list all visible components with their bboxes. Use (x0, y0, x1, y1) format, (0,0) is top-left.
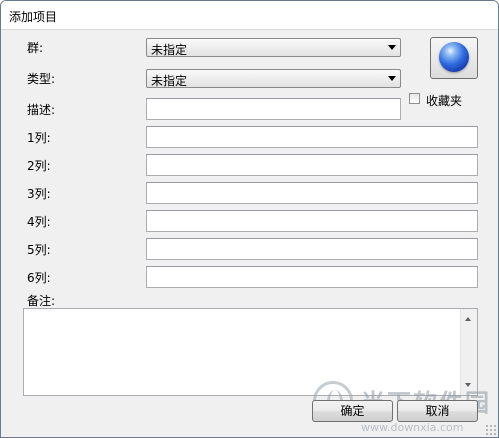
scroll-down-arrow-icon[interactable] (465, 383, 471, 387)
notes-label: 备注: (27, 294, 56, 308)
column-5-label: 5列: (27, 243, 51, 257)
chevron-down-icon (388, 76, 396, 81)
notes-textarea[interactable] (23, 308, 478, 396)
checkbox-unchecked-icon (409, 93, 420, 104)
icon-select-button[interactable] (430, 37, 478, 79)
title-bar[interactable]: 添加项目 (1, 1, 498, 30)
column-6-label: 6列: (27, 271, 51, 285)
column-1-label: 1列: (27, 131, 51, 145)
column-1-field[interactable] (146, 126, 478, 148)
chevron-down-icon (388, 45, 396, 50)
column-2-label: 2列: (27, 159, 51, 173)
resize-grip[interactable] (485, 424, 497, 436)
scroll-up-arrow-icon[interactable] (465, 317, 471, 321)
column-4-label: 4列: (27, 215, 51, 229)
notes-scrollbar[interactable] (460, 309, 477, 395)
dialog-title: 添加项目 (9, 10, 58, 24)
dialog-body: 群: 未指定 类型: 未指定 描述: 收藏夹 1列: 2列: 3列: 4列: 5… (1, 30, 498, 437)
column-4-field[interactable] (146, 210, 478, 232)
group-label: 群: (27, 41, 44, 55)
column-5-field[interactable] (146, 238, 478, 260)
column-6-field[interactable] (146, 266, 478, 288)
description-label: 描述: (27, 103, 56, 117)
group-selected-value: 未指定 (151, 43, 188, 57)
add-item-dialog: 添加项目 群: 未指定 类型: 未指定 描述: 收藏夹 1列: 2列: 3列: … (0, 0, 499, 438)
column-3-label: 3列: (27, 187, 51, 201)
description-field[interactable] (146, 98, 401, 120)
watermark-url: www.downxia.com (361, 421, 464, 434)
type-label: 类型: (27, 72, 56, 86)
cancel-button[interactable]: 取消 (397, 400, 478, 422)
type-selected-value: 未指定 (151, 74, 188, 88)
group-dropdown[interactable]: 未指定 (146, 38, 401, 57)
favorites-label: 收藏夹 (426, 94, 463, 108)
blue-orb-icon (439, 42, 469, 72)
ok-button[interactable]: 确定 (312, 400, 393, 422)
type-dropdown[interactable]: 未指定 (146, 69, 401, 88)
column-2-field[interactable] (146, 154, 478, 176)
column-3-field[interactable] (146, 182, 478, 204)
